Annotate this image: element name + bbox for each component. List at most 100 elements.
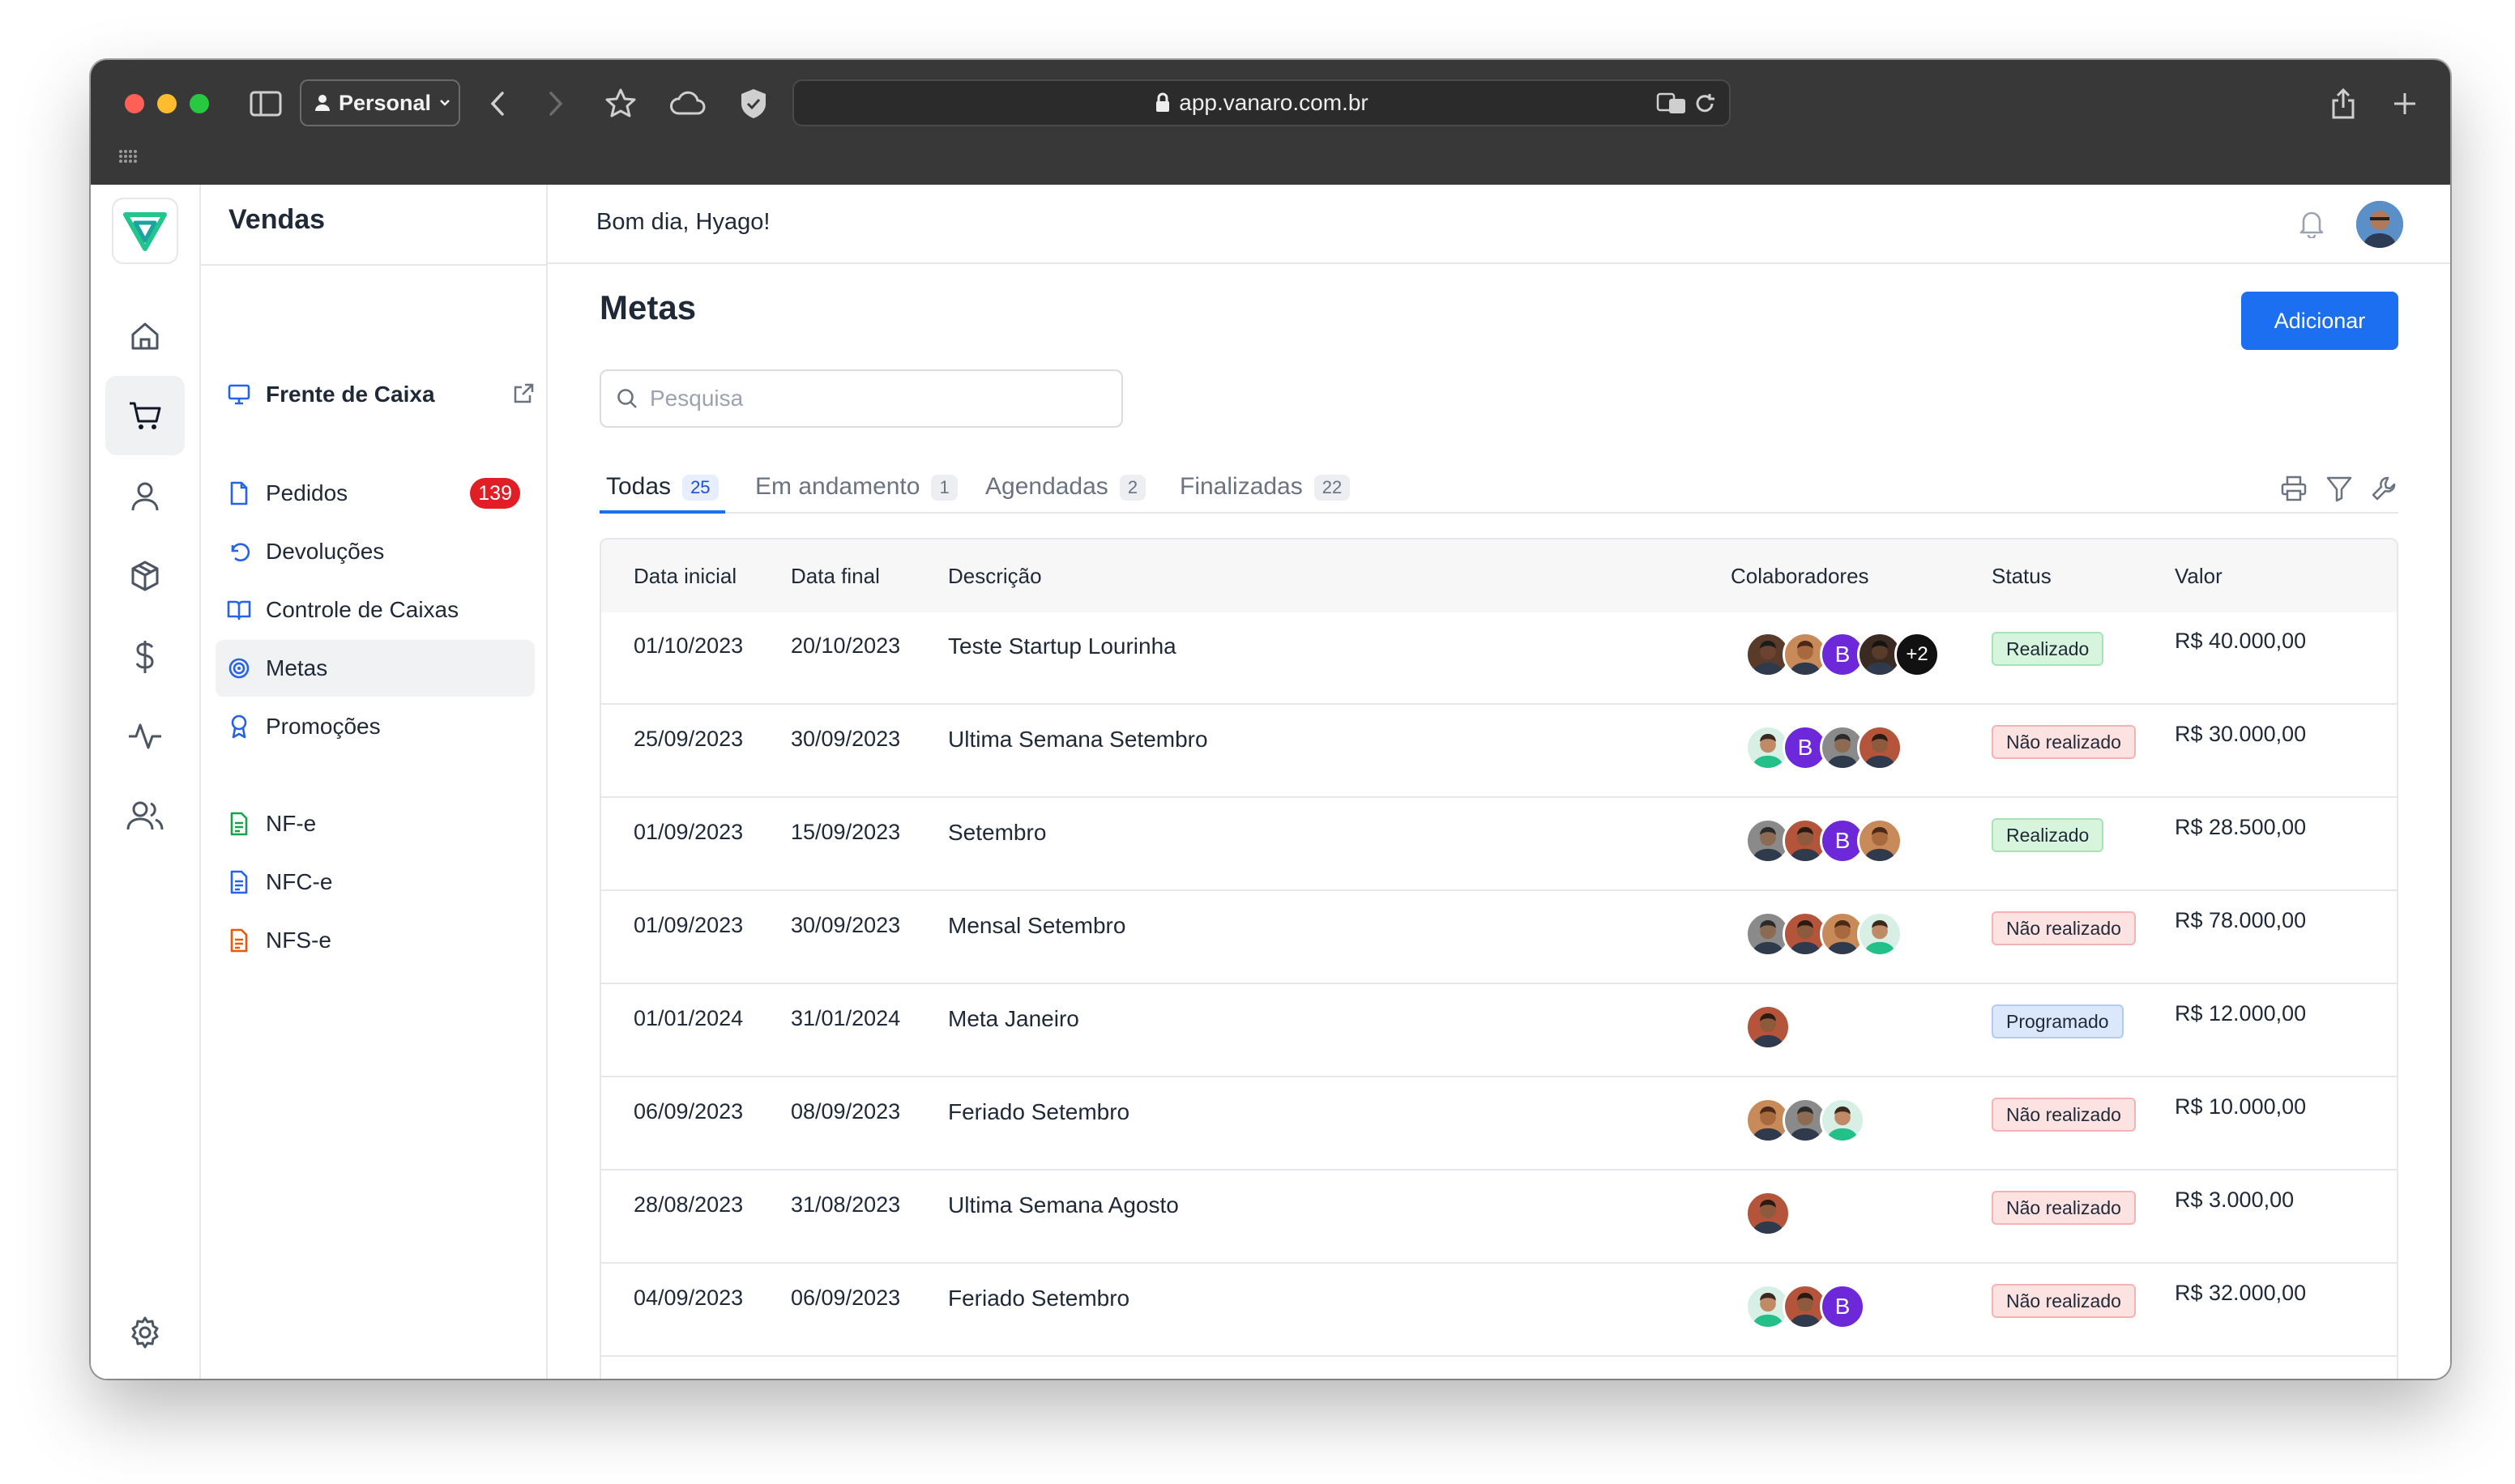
sidebar-item-metas[interactable]: Metas — [216, 640, 535, 697]
avatar-photo[interactable] — [1857, 911, 1902, 957]
avatar-photo[interactable] — [1857, 818, 1902, 864]
finance-nav-button[interactable] — [105, 617, 185, 697]
value-cell: R$ 40.000,00 — [2175, 629, 2307, 653]
table-row[interactable]: 25/09/2023 30/09/2023 Ultima Semana Setemb… — [601, 706, 2397, 798]
user-avatar[interactable] — [2356, 201, 2403, 248]
profile-switcher[interactable]: Personal — [300, 79, 460, 126]
tab-count: 22 — [1313, 475, 1351, 501]
person-icon — [315, 95, 330, 111]
sidebar-item-controle-de-caixas[interactable]: Controle de Caixas — [216, 582, 535, 638]
settings-nav-button[interactable] — [105, 1293, 185, 1372]
table-row[interactable]: 04/09/2023 06/09/2023 Feriado Setembro B Não… — [601, 1264, 2397, 1357]
avatar-photo[interactable] — [1745, 1004, 1791, 1050]
start-date-cell: 01/09/2023 — [634, 913, 744, 937]
notifications-bell-icon[interactable] — [2298, 209, 2325, 242]
cloud-icon[interactable] — [668, 84, 707, 123]
search-box[interactable] — [600, 369, 1123, 428]
collaborators-avatars[interactable] — [1745, 1191, 1791, 1239]
shield-icon[interactable] — [734, 84, 773, 123]
sidebar-item-nfc-e[interactable]: NFC-e — [216, 854, 535, 910]
status-tabs: Todas 25 Em andamento 1 Agendadas 2 Fina… — [600, 468, 2398, 514]
customers-nav-button[interactable] — [105, 457, 185, 536]
zoom-window-button[interactable] — [190, 94, 209, 113]
collaborators-avatars[interactable] — [1745, 1004, 1791, 1053]
avatar-more-count[interactable]: +2 — [1894, 632, 1940, 677]
collaborators-avatars[interactable] — [1745, 1098, 1865, 1146]
back-icon[interactable] — [478, 84, 517, 123]
value-cell: R$ 78.000,00 — [2175, 908, 2307, 932]
collaborators-avatars[interactable]: B — [1745, 818, 1902, 867]
status-badge: Não realizado — [1992, 911, 2136, 945]
close-window-button[interactable] — [125, 94, 144, 113]
end-date-cell: 15/09/2023 — [791, 820, 901, 844]
doc-blue-icon — [227, 870, 251, 894]
new-tab-icon[interactable] — [2385, 84, 2424, 123]
sidebar-item-nfs-e[interactable]: NFS-e — [216, 912, 535, 969]
avatar-photo[interactable] — [1820, 1098, 1865, 1143]
collaborators-avatars[interactable]: B — [1745, 1284, 1865, 1333]
lock-icon — [1156, 92, 1170, 112]
sidebar-item-frente-de-caixa[interactable]: Frente de Caixa — [216, 366, 535, 423]
value-cell: R$ 12.000,00 — [2175, 1001, 2307, 1026]
collaborators-avatars[interactable] — [1745, 911, 1902, 960]
team-nav-button[interactable] — [105, 776, 185, 855]
address-bar[interactable]: app.vanaro.com.br — [792, 79, 1731, 126]
status-badge: Realizado — [1992, 818, 2104, 852]
undo-icon — [227, 539, 251, 564]
table-row[interactable]: 01/01/2024 31/01/2024 Meta Janeiro Programa… — [601, 985, 2397, 1077]
sidebar-item-label: Controle de Caixas — [266, 597, 459, 622]
reports-nav-button[interactable] — [105, 697, 185, 776]
tab-agendadas[interactable]: Agendadas 2 — [979, 468, 1152, 514]
collaborators-avatars[interactable]: B — [1745, 725, 1902, 774]
tab-overview-icon[interactable] — [118, 149, 139, 168]
table-row[interactable]: 01/09/2023 15/09/2023 Setembro B Realizado R$… — [601, 799, 2397, 891]
wrench-icon[interactable] — [2371, 475, 2398, 502]
table-row[interactable]: 01/10/2023 20/10/2023 Teste Startup Lourin… — [601, 612, 2397, 705]
tab-count: 2 — [1119, 475, 1146, 501]
avatar-photo[interactable] — [1857, 725, 1902, 770]
share-icon[interactable] — [2324, 84, 2363, 123]
external-link-icon[interactable] — [512, 382, 535, 411]
tab-label: Finalizadas — [1180, 473, 1303, 500]
description-cell: Feriado Setembro — [948, 1099, 1130, 1124]
sidebar-item-devolucoes[interactable]: Devoluções — [216, 523, 535, 580]
table-row[interactable]: 01/09/2023 30/09/2023 Mensal Setembro Não r… — [601, 892, 2397, 984]
bookmark-star-icon[interactable] — [601, 84, 640, 123]
table-row[interactable]: 28/08/2023 31/08/2023 Ultima Semana Agosto… — [601, 1171, 2397, 1264]
add-button[interactable]: Adicionar — [2241, 292, 2398, 350]
activity-icon — [129, 723, 161, 749]
print-icon[interactable] — [2280, 475, 2308, 502]
table-row[interactable]: 06/09/2023 08/09/2023 Feriado Setembro Não … — [601, 1078, 2397, 1171]
avatar-photo[interactable] — [1745, 1191, 1791, 1236]
sidebar-item-label: NFC-e — [266, 869, 333, 894]
filter-icon[interactable] — [2325, 475, 2353, 502]
status-badge: Não realizado — [1992, 1191, 2136, 1225]
end-date-cell: 06/09/2023 — [791, 1286, 901, 1310]
tab-em-andamento[interactable]: Em andamento 1 — [749, 468, 964, 514]
collaborators-avatars[interactable]: B +2 — [1745, 632, 1940, 680]
home-nav-button[interactable] — [105, 296, 185, 376]
products-nav-button[interactable] — [105, 536, 185, 616]
forward-icon[interactable] — [536, 84, 575, 123]
reload-icon[interactable] — [1693, 92, 1716, 115]
sidebar-item-nf-e[interactable]: NF-e — [216, 795, 535, 852]
tab-finalizadas[interactable]: Finalizadas 22 — [1173, 468, 1356, 514]
sidebar-item-pedidos[interactable]: Pedidos 139 — [216, 465, 535, 522]
gear-icon — [131, 1316, 159, 1349]
translate-icon[interactable] — [1656, 92, 1687, 115]
app-logo[interactable] — [112, 198, 178, 264]
minimize-window-button[interactable] — [157, 94, 177, 113]
sales-nav-button[interactable] — [105, 376, 185, 455]
search-input[interactable] — [650, 386, 1104, 412]
tab-todas[interactable]: Todas 25 — [600, 468, 725, 514]
description-cell: Feriado Setembro — [948, 1286, 1130, 1311]
sidebar-item-label: Metas — [266, 655, 328, 680]
sidebar-item-label: NF-e — [266, 811, 317, 836]
sidebar-item-promocoes[interactable]: Promoções — [216, 698, 535, 755]
status-badge: Não realizado — [1992, 725, 2136, 759]
end-date-cell: 31/01/2024 — [791, 1006, 901, 1030]
column-header: Data inicial — [634, 564, 737, 588]
sidebar-toggle-icon[interactable] — [246, 84, 285, 123]
avatar-initial[interactable]: B — [1820, 1284, 1865, 1329]
description-cell: Mensal Setembro — [948, 913, 1126, 938]
